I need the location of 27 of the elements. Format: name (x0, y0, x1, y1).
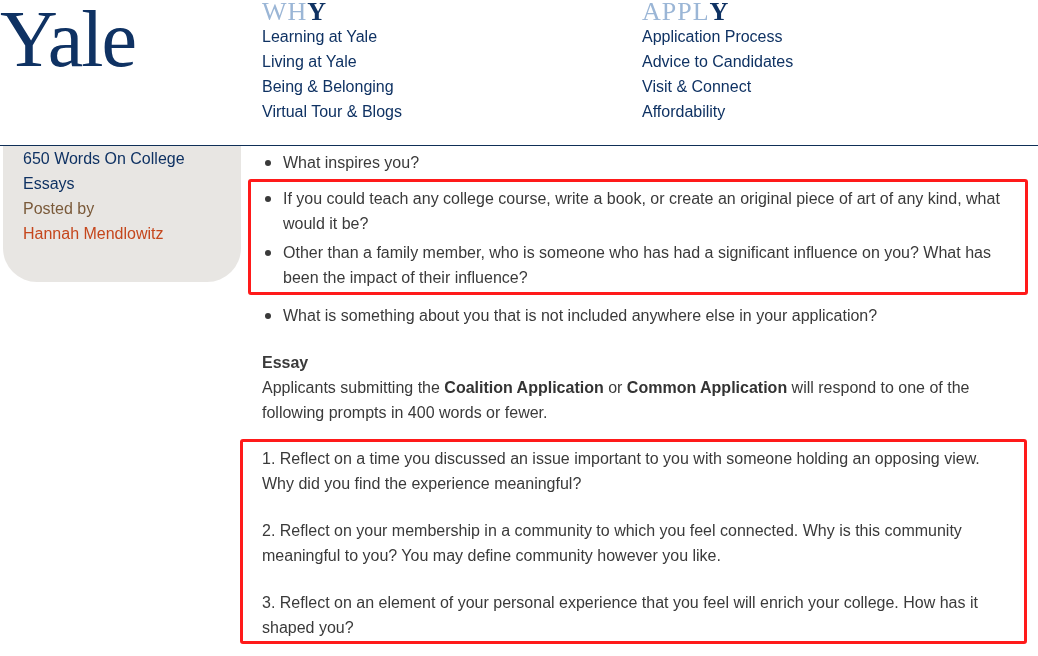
section-heading: Essay (262, 353, 310, 373)
question-text: What is something about you that is not included anywhere else in your application? (283, 306, 879, 326)
nav-heading[interactable]: APPLY (642, 0, 730, 24)
prompt-text: 3. Reflect on an element of your personal experience that you feel will enrich your college. How has it shaped you? (262, 593, 979, 638)
author-link[interactable]: Hannah Mendlowitz (23, 221, 164, 246)
bullet-icon (265, 313, 271, 319)
bullet-icon (265, 160, 271, 166)
bullet-icon (265, 196, 271, 202)
nav-link[interactable]: Virtual Tour & Blogs (262, 99, 402, 124)
prompt-text: 2. Reflect on your membership in a community to which you feel connected. Why is this community meaningful to you? You may define community however you like. (262, 521, 963, 566)
nav-link[interactable]: Affordability (642, 99, 726, 124)
post-title-link[interactable]: 650 Words On College Essays (23, 146, 203, 196)
intro-paragraph: Applicants submitting the Coalition Application or Common Application will respond to one of the following prompts in 400 words or fewer. (262, 378, 971, 423)
nav-link[interactable]: Being & Belonging (262, 74, 394, 99)
question-text: If you could teach any college course, write a book, or create an original piece of art of any kind, what would it be? (283, 189, 1001, 234)
nav-link[interactable]: Visit & Connect (642, 74, 752, 99)
nav-link[interactable]: Living at Yale (262, 49, 357, 74)
question-text: What inspires you? (283, 153, 421, 173)
question-text: Other than a family member, who is someone who has had a significant influence on you? What has been the impact of their influence? (283, 243, 992, 288)
bullet-icon (265, 250, 271, 256)
nav-heading[interactable]: WHY (262, 0, 328, 24)
nav-link[interactable]: Learning at Yale (262, 24, 378, 49)
nav-link[interactable]: Application Process (642, 24, 783, 49)
yale-logo[interactable]: Yale (0, 0, 262, 80)
nav-link[interactable]: Advice to Candidates (642, 49, 794, 74)
byline: Posted by Hannah Mendlowitz (23, 196, 213, 246)
prompt-text: 1. Reflect on a time you discussed an issue important to you with someone holding an opposing view. Why did you find the experience meaningful? (262, 449, 981, 494)
